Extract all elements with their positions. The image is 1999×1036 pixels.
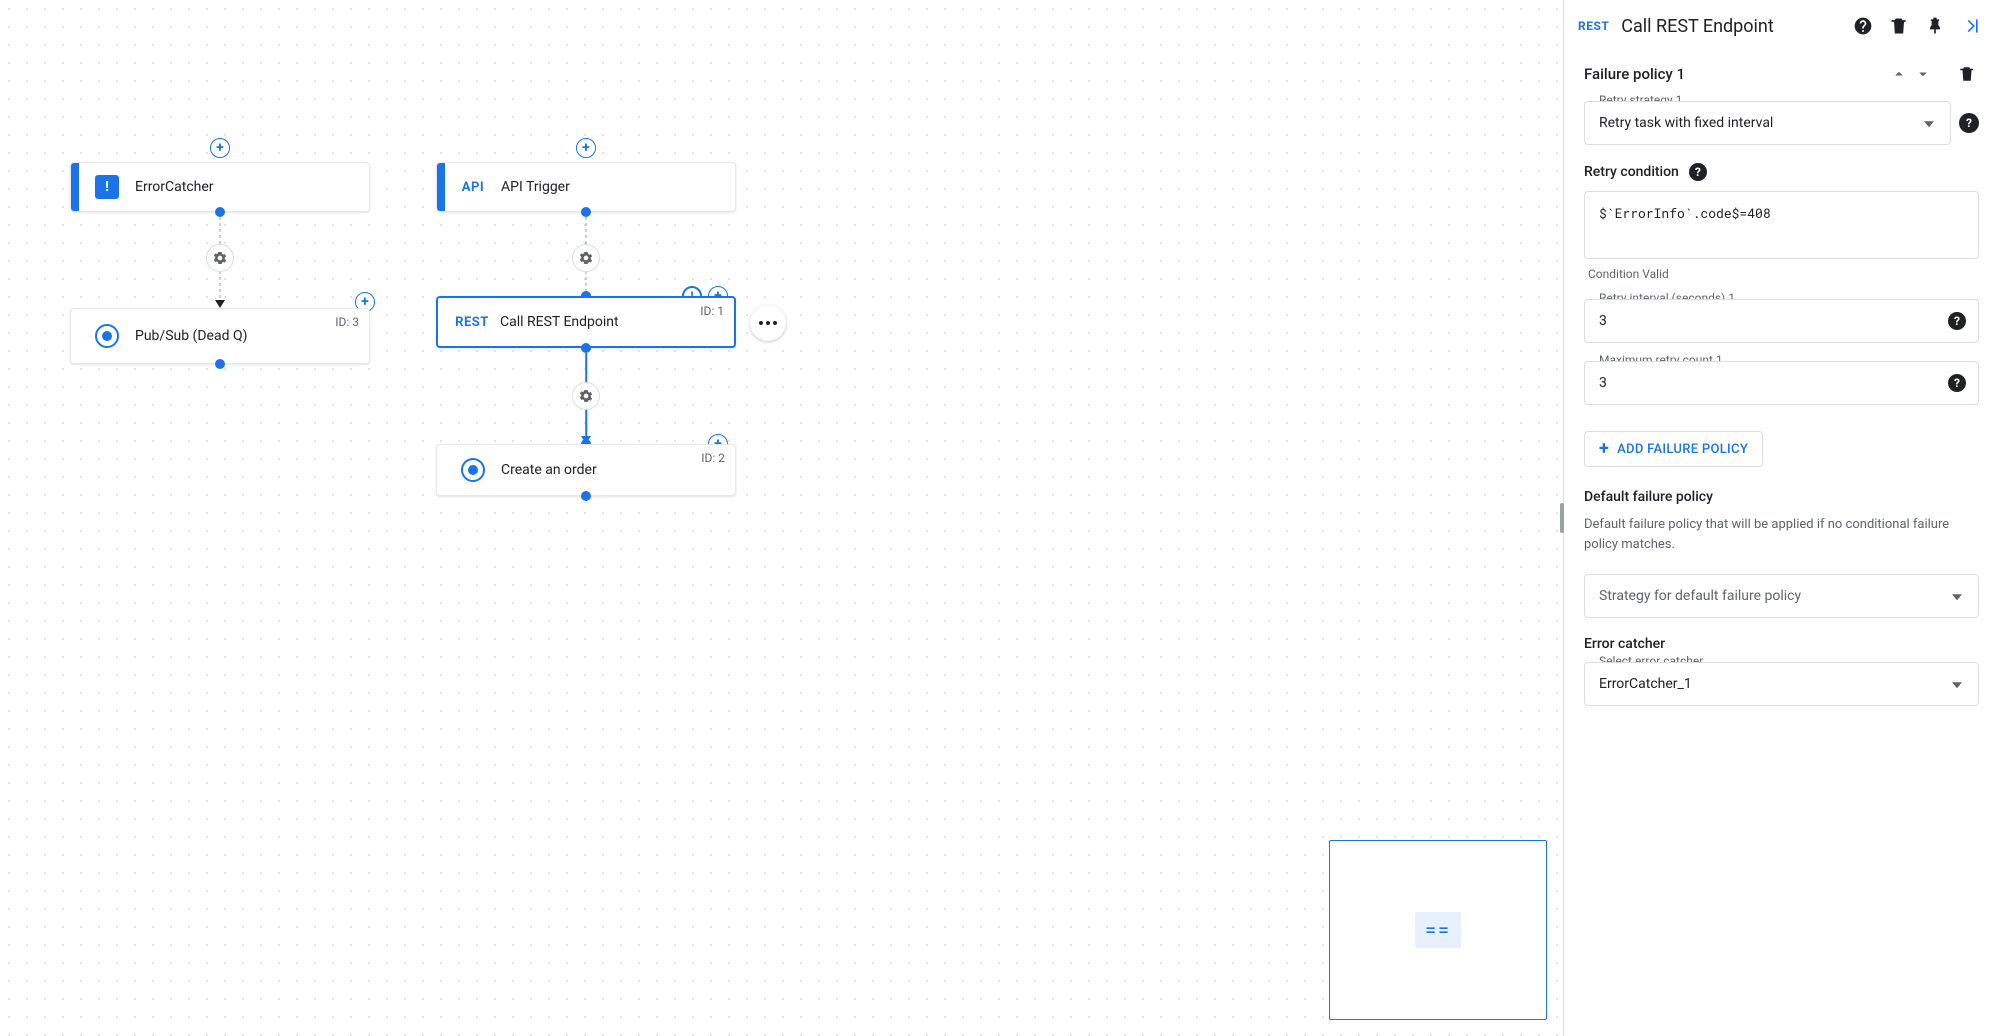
node-create-order[interactable]: Create an order ID: 2 [436, 444, 736, 496]
panel-resize-handle[interactable] [1560, 503, 1564, 533]
node-label: ErrorCatcher [127, 179, 369, 195]
delete-policy-icon[interactable] [1955, 65, 1979, 83]
order-icon [461, 458, 485, 482]
minimap-icon: == [1415, 912, 1461, 948]
add-failure-policy-button[interactable]: + ADD FAILURE POLICY [1584, 431, 1763, 467]
select-value: ErrorCatcher_1 [1599, 676, 1692, 692]
move-up-icon[interactable] [1887, 65, 1911, 83]
retry-condition-input[interactable]: $`ErrorInfo`.code$=408 [1584, 191, 1979, 259]
app-root: ! ErrorCatcher Pub/Sub (Dead Q) ID: 3 [0, 0, 1999, 1036]
api-icon: API [462, 180, 484, 195]
port-out[interactable] [215, 359, 225, 369]
condition-valid-text: Condition Valid [1588, 267, 1979, 281]
properties-panel: REST Call REST Endpoint Failure policy 1 [1563, 0, 1999, 1036]
field-value: 3 [1599, 313, 1607, 329]
info-icon[interactable]: ? [1689, 163, 1707, 181]
collapse-panel-icon[interactable] [1959, 14, 1983, 38]
delete-icon[interactable] [1887, 14, 1911, 38]
node-pubsub[interactable]: Pub/Sub (Dead Q) ID: 3 [70, 308, 370, 364]
arrow-icon [215, 300, 225, 308]
panel-title: Call REST Endpoint [1621, 16, 1839, 37]
add-above-api[interactable] [576, 138, 596, 158]
edge-settings-icon[interactable] [572, 382, 600, 410]
move-down-icon[interactable] [1911, 65, 1935, 83]
node-label: Create an order [493, 462, 735, 478]
default-policy-desc: Default failure policy that will be appl… [1584, 515, 1979, 554]
panel-header: REST Call REST Endpoint [1564, 0, 1999, 53]
node-label: Pub/Sub (Dead Q) [127, 328, 369, 344]
node-error-catcher[interactable]: ! ErrorCatcher [70, 162, 370, 212]
select-placeholder: Strategy for default failure policy [1599, 588, 1801, 604]
add-above-errorcatcher[interactable] [210, 138, 230, 158]
workflow-canvas[interactable]: ! ErrorCatcher Pub/Sub (Dead Q) ID: 3 [0, 0, 1563, 1036]
select-value: Retry task with fixed interval [1599, 115, 1773, 131]
error-catcher-select[interactable]: ErrorCatcher_1 [1584, 662, 1979, 706]
info-icon[interactable]: ? [1959, 113, 1979, 133]
node-api-trigger[interactable]: API API Trigger [436, 162, 736, 212]
port-out[interactable] [215, 207, 225, 217]
rest-icon: REST [455, 315, 489, 330]
failure-policy-header: Failure policy 1 [1584, 65, 1979, 83]
error-icon: ! [95, 175, 119, 199]
condition-value: $`ErrorInfo`.code$=408 [1599, 204, 1771, 222]
max-retry-input[interactable]: 3 ? [1584, 361, 1979, 405]
minimap[interactable]: == [1329, 840, 1547, 1020]
retry-interval-input[interactable]: 3 ? [1584, 299, 1979, 343]
error-catcher-heading: Error catcher [1584, 636, 1979, 652]
section-title: Failure policy 1 [1584, 65, 1887, 83]
field-value: 3 [1599, 375, 1607, 391]
default-strategy-select[interactable]: Strategy for default failure policy [1584, 574, 1979, 618]
info-icon[interactable]: ? [1948, 374, 1966, 392]
node-id: ID: 2 [701, 451, 725, 465]
node-id: ID: 3 [335, 315, 359, 329]
node-id: ID: 1 [700, 304, 724, 318]
port-out[interactable] [581, 491, 591, 501]
pubsub-icon [95, 324, 119, 348]
info-icon[interactable]: ? [1948, 312, 1966, 330]
retry-strategy-select[interactable]: Retry task with fixed interval [1584, 101, 1951, 145]
port-out[interactable] [581, 207, 591, 217]
retry-condition-label: Retry condition ? [1584, 163, 1979, 181]
edge-settings-icon[interactable] [206, 244, 234, 272]
edge-settings-icon[interactable] [572, 244, 600, 272]
button-label: ADD FAILURE POLICY [1617, 442, 1748, 457]
node-call-rest[interactable]: REST Call REST Endpoint ID: 1 [436, 296, 736, 348]
port-out[interactable] [581, 343, 591, 353]
pin-icon[interactable] [1923, 14, 1947, 38]
node-label: Call REST Endpoint [492, 314, 734, 330]
help-icon[interactable] [1851, 14, 1875, 38]
plus-icon: + [1599, 440, 1609, 458]
node-kebab-menu[interactable] [750, 305, 786, 341]
rest-badge-icon: REST [1578, 19, 1609, 33]
node-label: API Trigger [493, 179, 735, 195]
default-policy-heading: Default failure policy [1584, 489, 1979, 505]
